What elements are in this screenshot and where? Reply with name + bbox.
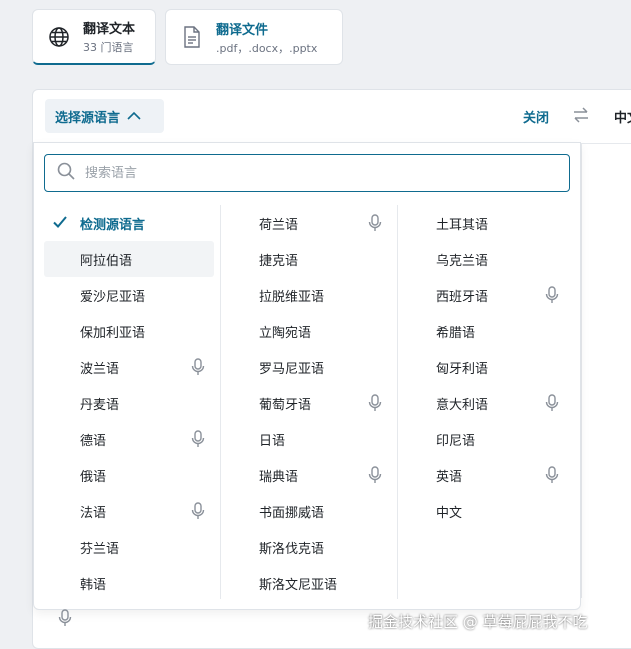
close-button[interactable]: 关闭: [523, 107, 549, 126]
lang-item[interactable]: 英语: [398, 457, 575, 493]
lang-label: 荷兰语: [259, 217, 299, 233]
language-column-1: 检测源语言 阿拉伯语 爱沙尼亚语 保加利亚语 波兰语 丹麦语 德语 俄语 法语 …: [44, 205, 221, 601]
lang-item[interactable]: 波兰语: [44, 349, 221, 385]
lang-item[interactable]: 俄语: [44, 457, 221, 493]
lang-item[interactable]: 拉脱维亚语: [221, 277, 398, 313]
lang-label: 瑞典语: [259, 469, 299, 485]
lang-item[interactable]: 意大利语: [398, 385, 575, 421]
lang-item[interactable]: 保加利亚语: [44, 313, 221, 349]
lang-item[interactable]: 中文: [398, 493, 575, 529]
lang-label: 乌克兰语: [436, 253, 489, 269]
lang-item[interactable]: 土耳其语: [398, 205, 575, 241]
lang-label: 匈牙利语: [436, 361, 489, 377]
lang-item[interactable]: 日语: [221, 421, 398, 457]
checkmark-icon: [52, 214, 68, 234]
lang-label: 中文: [436, 505, 463, 521]
lang-item[interactable]: 德语: [44, 421, 221, 457]
watermark: 掘金技术社区 @ 草莓屁屁我不吃: [368, 613, 588, 631]
microphone-icon: [368, 214, 382, 236]
lang-label: 意大利语: [436, 397, 489, 413]
source-language-button[interactable]: 选择源语言: [45, 99, 164, 133]
tab-translate-text[interactable]: 翻译文本 33 门语言: [32, 9, 156, 65]
microphone-icon: [545, 394, 559, 416]
lang-item[interactable]: 罗马尼亚语: [221, 349, 398, 385]
lang-label: 捷克语: [259, 253, 299, 269]
lang-item[interactable]: 书面挪威语: [221, 493, 398, 529]
lang-item[interactable]: 希腊语: [398, 313, 575, 349]
lang-label: 葡萄牙语: [259, 397, 312, 413]
lang-label: 检测源语言: [80, 217, 146, 233]
swap-languages-icon[interactable]: [571, 105, 591, 129]
lang-item[interactable]: 爱沙尼亚语: [44, 277, 221, 313]
lang-item[interactable]: 瑞典语: [221, 457, 398, 493]
lang-label: 韩语: [80, 577, 107, 593]
target-language-button[interactable]: 中文: [614, 107, 631, 126]
tab-text-subtitle: 33 门语言: [83, 41, 134, 54]
lang-label: 阿拉伯语: [80, 253, 133, 269]
chevron-up-icon: [127, 109, 141, 124]
lang-item[interactable]: 芬兰语: [44, 529, 221, 565]
microphone-icon: [368, 466, 382, 488]
lang-item[interactable]: 荷兰语: [221, 205, 398, 241]
lang-item[interactable]: 印尼语: [398, 421, 575, 457]
source-language-dropdown: 检测源语言 阿拉伯语 爱沙尼亚语 保加利亚语 波兰语 丹麦语 德语 俄语 法语 …: [33, 142, 581, 610]
tab-files-subtitle: .pdf，.docx，.pptx: [216, 41, 318, 55]
lang-item[interactable]: 斯洛伐克语: [221, 529, 398, 565]
lang-label: 西班牙语: [436, 289, 489, 305]
microphone-icon: [545, 466, 559, 488]
lang-item[interactable]: 乌克兰语: [398, 241, 575, 277]
lang-label: 保加利亚语: [80, 325, 146, 341]
document-icon: [180, 25, 204, 49]
lang-label: 斯洛文尼亚语: [259, 577, 338, 593]
language-bar: 选择源语言 关闭 中文: [33, 90, 631, 144]
lang-item[interactable]: 丹麦语: [44, 385, 221, 421]
search-input[interactable]: [83, 164, 527, 182]
microphone-icon: [191, 430, 205, 452]
lang-item[interactable]: 法语: [44, 493, 221, 529]
language-column-2: 荷兰语 捷克语 拉脱维亚语 立陶宛语 罗马尼亚语 葡萄牙语 日语 瑞典语 书面挪…: [220, 205, 398, 599]
microphone-icon: [368, 394, 382, 416]
search-icon: [57, 162, 75, 184]
lang-label: 书面挪威语: [259, 505, 325, 521]
lang-item[interactable]: 阿拉伯语: [44, 241, 214, 277]
language-column-3: 土耳其语 乌克兰语 西班牙语 希腊语 匈牙利语 意大利语 印尼语 英语 中文: [397, 205, 575, 599]
lang-item[interactable]: 斯洛文尼亚语: [221, 565, 398, 601]
lang-label: 波兰语: [80, 361, 120, 377]
lang-label: 斯洛伐克语: [259, 541, 325, 557]
globe-icon: [47, 25, 71, 49]
tab-files-title: 翻译文件: [216, 22, 269, 38]
lang-label: 立陶宛语: [259, 325, 312, 341]
lang-label: 拉脱维亚语: [259, 289, 325, 305]
lang-detect[interactable]: 检测源语言: [44, 205, 221, 241]
voice-input-icon[interactable]: [58, 609, 72, 631]
microphone-icon: [191, 502, 205, 524]
lang-item[interactable]: 韩语: [44, 565, 221, 601]
lang-label: 丹麦语: [80, 397, 120, 413]
lang-item[interactable]: 立陶宛语: [221, 313, 398, 349]
tab-translate-files[interactable]: 翻译文件 .pdf，.docx，.pptx: [165, 9, 343, 65]
lang-label: 德语: [80, 433, 107, 449]
tab-text-title: 翻译文本: [83, 22, 136, 37]
microphone-icon: [545, 286, 559, 308]
lang-label: 罗马尼亚语: [259, 361, 325, 377]
lang-label: 俄语: [80, 469, 107, 485]
language-search[interactable]: [44, 154, 570, 192]
lang-label: 土耳其语: [436, 217, 489, 233]
lang-label: 法语: [80, 505, 107, 521]
panel-divider: [581, 143, 582, 598]
lang-label: 芬兰语: [80, 541, 120, 557]
lang-label: 日语: [259, 433, 286, 449]
lang-item[interactable]: 匈牙利语: [398, 349, 575, 385]
lang-label: 爱沙尼亚语: [80, 289, 146, 305]
lang-item[interactable]: 捷克语: [221, 241, 398, 277]
source-language-label: 选择源语言: [55, 110, 121, 126]
lang-label: 英语: [436, 469, 463, 485]
lang-item[interactable]: 葡萄牙语: [221, 385, 398, 421]
lang-label: 希腊语: [436, 325, 476, 341]
lang-label: 印尼语: [436, 433, 476, 449]
microphone-icon: [191, 358, 205, 380]
lang-item[interactable]: 西班牙语: [398, 277, 575, 313]
